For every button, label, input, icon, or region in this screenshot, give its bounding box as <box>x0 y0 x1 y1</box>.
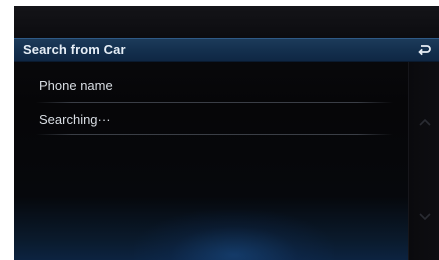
back-button[interactable] <box>414 41 434 59</box>
page-title: Search from Car <box>23 42 126 57</box>
list-item-phone-name[interactable]: Phone name <box>34 70 390 100</box>
scroll-down-button[interactable] <box>409 197 439 237</box>
divider <box>36 134 393 135</box>
divider <box>36 102 393 103</box>
chevron-up-icon <box>419 118 431 126</box>
list-item-label: Phone name <box>39 78 113 93</box>
back-return-icon <box>418 45 431 56</box>
chevron-down-icon <box>419 213 431 221</box>
scroll-up-button[interactable] <box>409 102 439 142</box>
status-bar <box>14 6 439 38</box>
list-item-label: Searching··· <box>39 112 111 127</box>
scrollbar[interactable] <box>408 62 439 260</box>
device-list: Phone name Searching··· <box>14 62 408 260</box>
list-item-searching[interactable]: Searching··· <box>34 104 390 134</box>
title-bar: Search from Car <box>14 38 439 62</box>
head-unit-screen: Search from Car Phone name Searching··· <box>14 6 439 260</box>
